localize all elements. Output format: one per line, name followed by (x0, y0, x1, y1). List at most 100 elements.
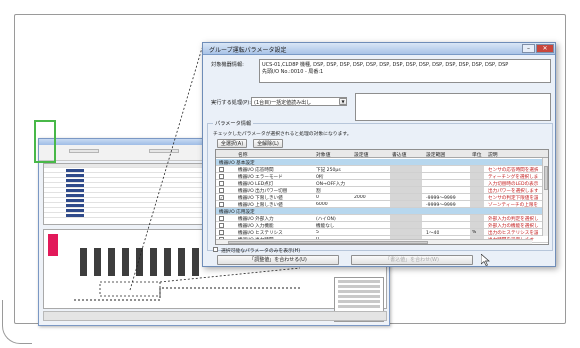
row-checkbox[interactable] (219, 216, 224, 221)
category-name: 機器I/O 応用設定 (219, 209, 255, 215)
write-cell-background (390, 229, 422, 235)
cell-name: 機器I/O LED点灯 (238, 181, 274, 187)
write-cell-background (390, 201, 422, 207)
parameter-row[interactable]: 機器I/O 応答時間 下記 250μs センサの応答時間を選択します (216, 166, 548, 173)
col-name-header: 名称 (238, 153, 248, 158)
cell-target: 0 (316, 194, 319, 200)
table-vertical-scrollbar[interactable] (542, 158, 548, 236)
row-checkbox[interactable] (219, 167, 224, 172)
deselect-all-button[interactable]: 全解除(L) (253, 139, 283, 148)
mouse-cursor-icon (481, 254, 490, 266)
module-block[interactable] (164, 248, 171, 276)
unit-cell-background (470, 201, 484, 207)
col-target-header: 対象値 (316, 153, 331, 158)
cell-description: 出力パワーを選択します (488, 188, 538, 194)
col-write-header: 書込値 (392, 153, 407, 158)
screenshot-stage: グループ運転パラメータ設定 – ✕ 対象機器情報: UCS-01,CLD8P 機… (0, 0, 580, 348)
parameter-category-row: 機器I/O 基本設定 (216, 159, 548, 166)
module-block[interactable] (192, 248, 199, 276)
row-checkbox[interactable] (219, 230, 224, 235)
frame-curl-decoration (2, 300, 32, 344)
cell-target: 5 (316, 229, 319, 235)
parameter-hint: チェックしたパラメータが選択されると処理の対象になります。 (213, 132, 352, 137)
target-info-line-1: UCS-01,CLD8P 機種, DSP, DSP, DSP, DSP, DSP… (262, 62, 509, 68)
module-block[interactable] (108, 248, 115, 276)
row-checkbox[interactable] (219, 174, 224, 179)
cell-target: 機能なし (316, 223, 335, 229)
cell-name: 機器I/O 応答時間 (238, 167, 274, 173)
col-setting-header: 設定値 (354, 153, 369, 158)
cell-description: 出力のヒステリシスを設定 (488, 230, 538, 236)
show-selectable-checkbox[interactable] (213, 247, 218, 252)
module-block[interactable] (94, 248, 101, 276)
col-range-header: 設定範囲 (426, 153, 446, 158)
close-button[interactable]: ✕ (536, 44, 554, 53)
row-checkbox[interactable] (219, 223, 224, 228)
parameter-row[interactable]: 機器I/O エラーモード 0桁 ティーチングを選択します (216, 173, 548, 180)
cell-description: 外部入力の機能を選択します (488, 223, 538, 229)
cell-target: 割 (316, 188, 321, 194)
parameter-row[interactable]: 機器I/O 上限しきい値 6000 -9999～9999 ゾーンティーチの上限を設定 (216, 201, 548, 208)
write-cell-background (390, 187, 422, 193)
process-select[interactable]: (1台目)一括定値読み出し (251, 97, 347, 106)
parameter-row[interactable]: 機器I/O 入力機能 機能なし 外部入力の機能を選択します (216, 222, 548, 229)
row-checkbox[interactable] (219, 181, 224, 186)
parameter-row[interactable]: ✓ 機器I/O 下限しきい値 0 2000 -9999～9999 センサの判定下限値を設定 (216, 194, 548, 201)
cell-target: 0桁 (316, 174, 324, 180)
parameter-row[interactable]: 機器I/O 出力パワー切替 割 出力パワーを選択します (216, 187, 548, 194)
parameter-row[interactable]: 機器I/O ヒステリシス 5 1～40% 出力のヒステリシスを設定 (216, 229, 548, 236)
chevron-down-icon[interactable]: ▼ (339, 98, 347, 105)
row-checkbox[interactable] (219, 188, 224, 193)
unit-cell-background (470, 187, 484, 193)
cell-name: 機器I/O 外部入力 (238, 216, 274, 222)
table-vertical-scroll-thumb[interactable] (544, 166, 548, 190)
minimize-button[interactable]: – (522, 44, 535, 53)
target-info-box: UCS-01,CLD8P 機種, DSP, DSP, DSP, DSP, DSP… (259, 59, 551, 83)
parameter-row[interactable]: 機器I/O LED点灯 ON→OFF入力 入力切替時のLEDの表示 (216, 180, 548, 187)
module-block[interactable] (150, 248, 157, 276)
col-unit-header: 単位 (472, 153, 482, 158)
category-name: 機器I/O 基本設定 (219, 160, 255, 166)
main-toolbar-button[interactable] (149, 149, 179, 153)
cell-target: 下記 250μs (316, 167, 341, 173)
cell-name: 機器I/O エラーモード (238, 174, 283, 180)
cell-range: 1～40 (426, 230, 440, 236)
unit-cell-background (470, 194, 484, 200)
cell-setting[interactable]: 2000 (354, 195, 366, 200)
module-block[interactable] (80, 248, 87, 276)
dialog-title: グループ運転パラメータ設定 (209, 47, 287, 54)
cell-description: ゾーンティーチの上限を設定 (488, 202, 538, 208)
process-label: 実行する処理(P): (211, 100, 252, 106)
selected-module-block[interactable] (48, 234, 58, 256)
apply-adjustment-button[interactable]: 「調整値」を合わせる(U) (217, 255, 339, 265)
select-all-button[interactable]: 全選択(A) (217, 139, 247, 148)
cell-unit: % (472, 229, 477, 235)
write-values-button[interactable]: 「書込値」を合わせ(W) (351, 255, 473, 265)
parameter-row[interactable]: 機器I/O 外部入力 (ハイON) 外部入力の判定を選択します (216, 215, 548, 222)
unit-cell-background (470, 180, 484, 186)
write-cell-background (390, 215, 422, 221)
module-block[interactable] (122, 248, 129, 276)
col-description-header: 説明 (488, 153, 498, 158)
target-info-line-2: 先頭I/O No.:0010 - 局番:1 (262, 69, 324, 75)
cell-description: センサの判定下限値を設定 (488, 195, 538, 201)
process-select-value: (1台目)一括定値読み出し (254, 100, 312, 106)
cell-description: センサの応答時間を選択します (488, 167, 538, 173)
table-horizontal-scrollbar[interactable] (216, 239, 532, 244)
target-info-label: 対象機器情報: (211, 62, 244, 68)
unit-cell-background (470, 173, 484, 179)
cell-description: ティーチングを選択します (488, 174, 538, 180)
write-cell-background (390, 166, 422, 172)
row-checkbox[interactable] (219, 202, 224, 207)
write-cell-background (390, 173, 422, 179)
cell-range: -9999～9999 (426, 195, 456, 201)
cell-name: 機器I/O 下限しきい値 (238, 195, 283, 201)
module-block[interactable] (178, 248, 185, 276)
parameter-category-row: 機器I/O 応用設定 (216, 208, 548, 215)
module-block[interactable] (136, 248, 143, 276)
cell-description: 入力切替時のLEDの表示 (488, 181, 538, 187)
cell-range: -9999～9999 (426, 202, 456, 208)
main-toolbar-button[interactable] (69, 149, 99, 153)
row-checkbox[interactable]: ✓ (219, 195, 224, 200)
table-horizontal-scroll-thumb[interactable] (228, 240, 428, 244)
